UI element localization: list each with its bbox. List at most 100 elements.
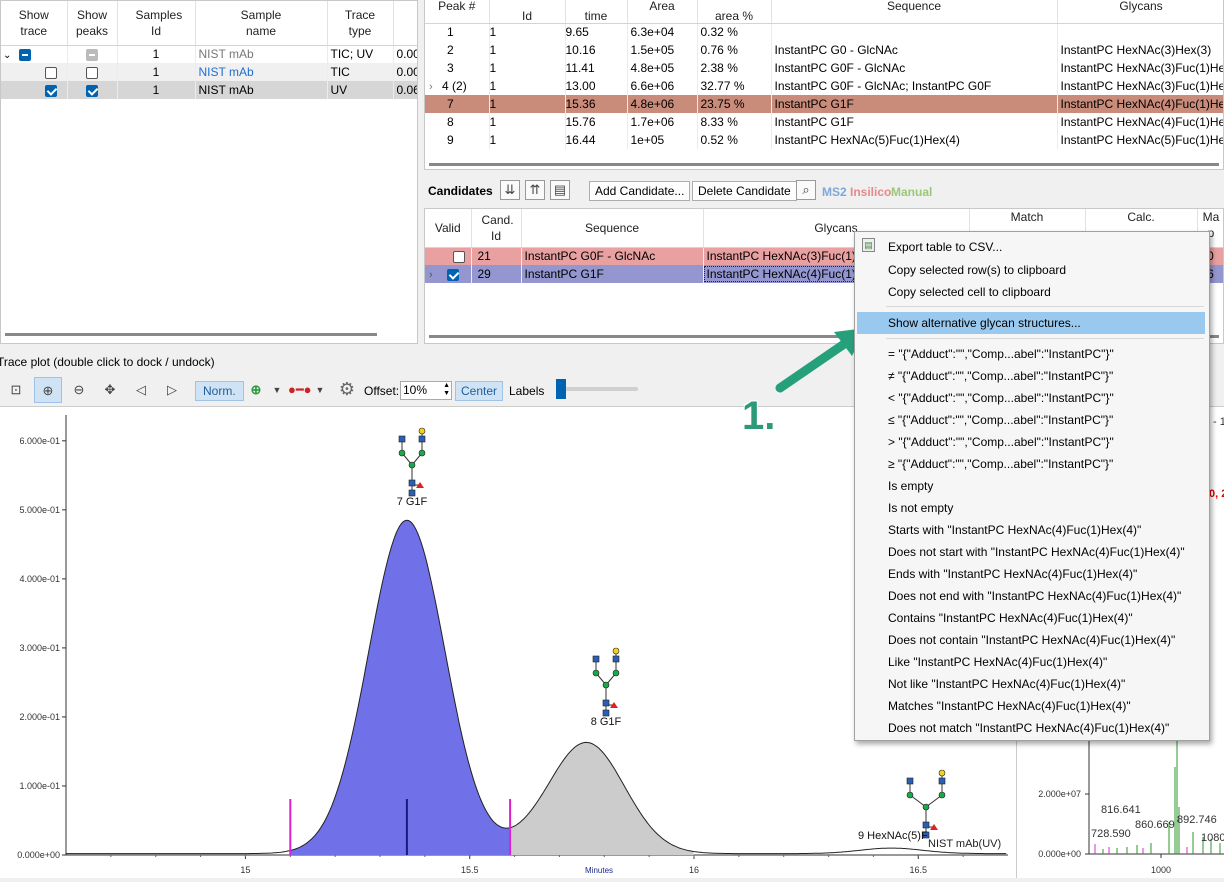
menu-copy-cell[interactable]: Copy selected cell to clipboard	[888, 282, 1051, 302]
col-sequence[interactable]: Sequence	[771, 0, 1058, 24]
peak-label[interactable]: 8 G1F	[591, 716, 622, 728]
col-trace-type[interactable]: Trace type	[327, 1, 394, 46]
peak-area-pct: 8.33 %	[697, 113, 772, 131]
expand-icon[interactable]: ›	[429, 269, 433, 281]
col-show-peaks[interactable]: Show peaks	[67, 1, 118, 46]
trace-checkbox[interactable]	[44, 84, 57, 97]
menu-export-csv[interactable]: Export table to CSV...	[888, 237, 1002, 257]
menu-filter-less[interactable]: < "{"Adduct":"","Comp...abel":"InstantPC…	[888, 388, 1114, 408]
table-row[interactable]: › 4 (2) 1 13.00 6.6e+06 32.77 % InstantP…	[425, 77, 1223, 95]
col-sequence[interactable]: Sequence	[521, 209, 704, 248]
menu-filter-not-matches[interactable]: Does not match "InstantPC HexNAc(4)Fuc(1…	[888, 718, 1169, 738]
chevron-down-icon[interactable]: ▼	[309, 379, 331, 401]
chevron-down-icon[interactable]: ▼	[266, 379, 288, 401]
menu-filter-greater-equal[interactable]: ≥ "{"Adduct":"","Comp...abel":"InstantPC…	[888, 454, 1113, 474]
delete-candidate-button[interactable]: Delete Candidate	[692, 181, 797, 201]
menu-filter-matches[interactable]: Matches "InstantPC HexNAc(4)Fuc(1)Hex(4)…	[888, 696, 1131, 716]
labels-slider-thumb[interactable]	[556, 379, 566, 399]
candidate-id: 21	[471, 247, 522, 265]
table-row[interactable]: 1 1 9.65 6.3e+04 0.32 %	[425, 23, 1223, 41]
col-peak-id[interactable]: Id	[489, 0, 566, 24]
zoom-previous-icon[interactable]: ◁	[130, 379, 152, 401]
col-cand-id[interactable]: Cand. Id	[471, 209, 522, 248]
sample-name: NIST mAb	[195, 63, 328, 81]
table-row[interactable]: 3 1 11.41 4.8e+05 2.38 % InstantPC G0F -…	[425, 59, 1223, 77]
table-row[interactable]: 1 NIST mAb TIC 0.00	[1, 63, 417, 81]
menu-copy-rows[interactable]: Copy selected row(s) to clipboard	[888, 260, 1066, 280]
horizontal-scrollbar[interactable]	[429, 163, 1219, 166]
search-icon[interactable]: ⌕	[796, 180, 816, 200]
valid-checkbox[interactable]	[446, 268, 459, 281]
zoom-out-icon[interactable]: ⊖	[68, 379, 90, 401]
expand-icon[interactable]: ›	[429, 81, 433, 93]
col-valid[interactable]: Valid	[425, 209, 472, 248]
export-icon[interactable]: ▤	[550, 180, 570, 200]
menu-filter-starts-with[interactable]: Starts with "InstantPC HexNAc(4)Fuc(1)He…	[888, 520, 1141, 540]
sort-ascending-icon[interactable]: ⇈	[525, 180, 545, 200]
horizontal-scrollbar[interactable]	[5, 333, 377, 336]
legend-ms2: MS2	[822, 185, 847, 199]
table-row[interactable]: 2 1 10.16 1.5e+05 0.76 % InstantPC G0 - …	[425, 41, 1223, 59]
col-peak-number[interactable]: Peak #	[425, 0, 490, 24]
x-axis-label: Minutes	[585, 866, 613, 875]
menu-filter-not-equals[interactable]: ≠ "{"Adduct":"","Comp...abel":"InstantPC…	[888, 366, 1113, 386]
offset-input[interactable]: 10% ▲ ▼	[400, 381, 452, 400]
pan-icon[interactable]: ✥	[99, 379, 121, 401]
labels-slider[interactable]	[556, 387, 638, 391]
gear-icon[interactable]: ⚙	[336, 378, 358, 400]
col-area[interactable]: Area	[627, 0, 698, 24]
marker-line-icon[interactable]: ●━●	[288, 379, 312, 401]
col-area-pct[interactable]: area %	[697, 0, 772, 24]
center-button[interactable]: Center	[455, 381, 504, 401]
table-row-selected[interactable]: 7 1 15.36 4.8e+06 23.75 % InstantPC G1F …	[425, 95, 1223, 113]
peak-zoom-icon[interactable]: ⊕	[245, 379, 267, 401]
norm-button[interactable]: Norm.	[195, 381, 244, 401]
table-row[interactable]: 1 NIST mAb UV 0.06	[1, 81, 417, 99]
zoom-in-icon[interactable]: ⊕	[34, 377, 62, 403]
table-row[interactable]: ⌄ 1 NIST mAb TIC; UV 0.00	[1, 45, 417, 63]
menu-filter-not-like[interactable]: Not like "InstantPC HexNAc(4)Fuc(1)Hex(4…	[888, 674, 1125, 694]
zoom-fit-icon[interactable]: ⊡	[5, 379, 27, 401]
menu-filter-less-equal[interactable]: ≤ "{"Adduct":"","Comp...abel":"InstantPC…	[888, 410, 1113, 430]
peaks-checkbox[interactable]	[86, 49, 98, 62]
peak-label[interactable]: 9 HexNAc(5)F	[858, 830, 928, 842]
trace-checkbox[interactable]	[44, 66, 57, 79]
col-time[interactable]: time	[565, 0, 628, 24]
collapse-icon[interactable]: ⌄	[3, 50, 11, 61]
menu-filter-like[interactable]: Like "InstantPC HexNAc(4)Fuc(1)Hex(4)"	[888, 652, 1107, 672]
table-row[interactable]: 8 1 15.76 1.7e+06 8.33 % InstantPC G1F I…	[425, 113, 1223, 131]
spectrum-red-text: 0, 2	[1209, 488, 1224, 500]
menu-filter-is-empty[interactable]: Is empty	[888, 476, 933, 496]
peak-area-pct: 2.38 %	[697, 59, 772, 77]
menu-filter-equals[interactable]: = "{"Adduct":"","Comp...abel":"InstantPC…	[888, 344, 1114, 364]
table-row[interactable]: 9 1 16.44 1e+05 0.52 % InstantPC HexNAc(…	[425, 131, 1223, 149]
menu-filter-greater[interactable]: > "{"Adduct":"","Comp...abel":"InstantPC…	[888, 432, 1114, 452]
menu-filter-not-contains[interactable]: Does not contain "InstantPC HexNAc(4)Fuc…	[888, 630, 1175, 650]
menu-show-alternative-glycans[interactable]: Show alternative glycan structures...	[888, 313, 1081, 333]
menu-filter-ends-with[interactable]: Ends with "InstantPC HexNAc(4)Fuc(1)Hex(…	[888, 564, 1137, 584]
sort-descending-icon[interactable]: ⇊	[500, 180, 520, 200]
peak-label[interactable]: 7 G1F	[397, 496, 428, 508]
peak-area: 1.7e+06	[627, 113, 698, 131]
peak-sequence: InstantPC G1F	[771, 95, 1058, 113]
add-candidate-button[interactable]: Add Candidate...	[589, 181, 691, 201]
col-extra[interactable]	[393, 1, 417, 46]
menu-filter-is-not-empty[interactable]: Is not empty	[888, 498, 953, 518]
sample-value: 0.06	[393, 81, 417, 99]
spinner-icon[interactable]: ▲ ▼	[443, 382, 450, 398]
zoom-next-icon[interactable]: ▷	[161, 379, 183, 401]
col-sample-name[interactable]: Sample name	[195, 1, 328, 46]
col-show-trace[interactable]: Show trace	[1, 1, 68, 46]
menu-filter-not-starts-with[interactable]: Does not start with "InstantPC HexNAc(4)…	[888, 542, 1185, 562]
peaks-checkbox[interactable]	[86, 84, 98, 97]
valid-checkbox[interactable]	[452, 251, 465, 264]
trace-checkbox[interactable]	[18, 49, 31, 62]
peaks-checkbox[interactable]	[86, 66, 98, 79]
candidates-toolbar: Candidates ⇊ ⇈ ▤ Add Candidate... Delete…	[424, 178, 1224, 206]
menu-filter-contains[interactable]: Contains "InstantPC HexNAc(4)Fuc(1)Hex(4…	[888, 608, 1133, 628]
col-glycans[interactable]: Glycans	[1057, 0, 1223, 24]
labels-label: Labels	[509, 384, 545, 398]
menu-filter-not-ends-with[interactable]: Does not end with "InstantPC HexNAc(4)Fu…	[888, 586, 1181, 606]
col-samples-id[interactable]: Samples Id	[117, 1, 196, 46]
peak-time: 15.36	[565, 95, 628, 113]
